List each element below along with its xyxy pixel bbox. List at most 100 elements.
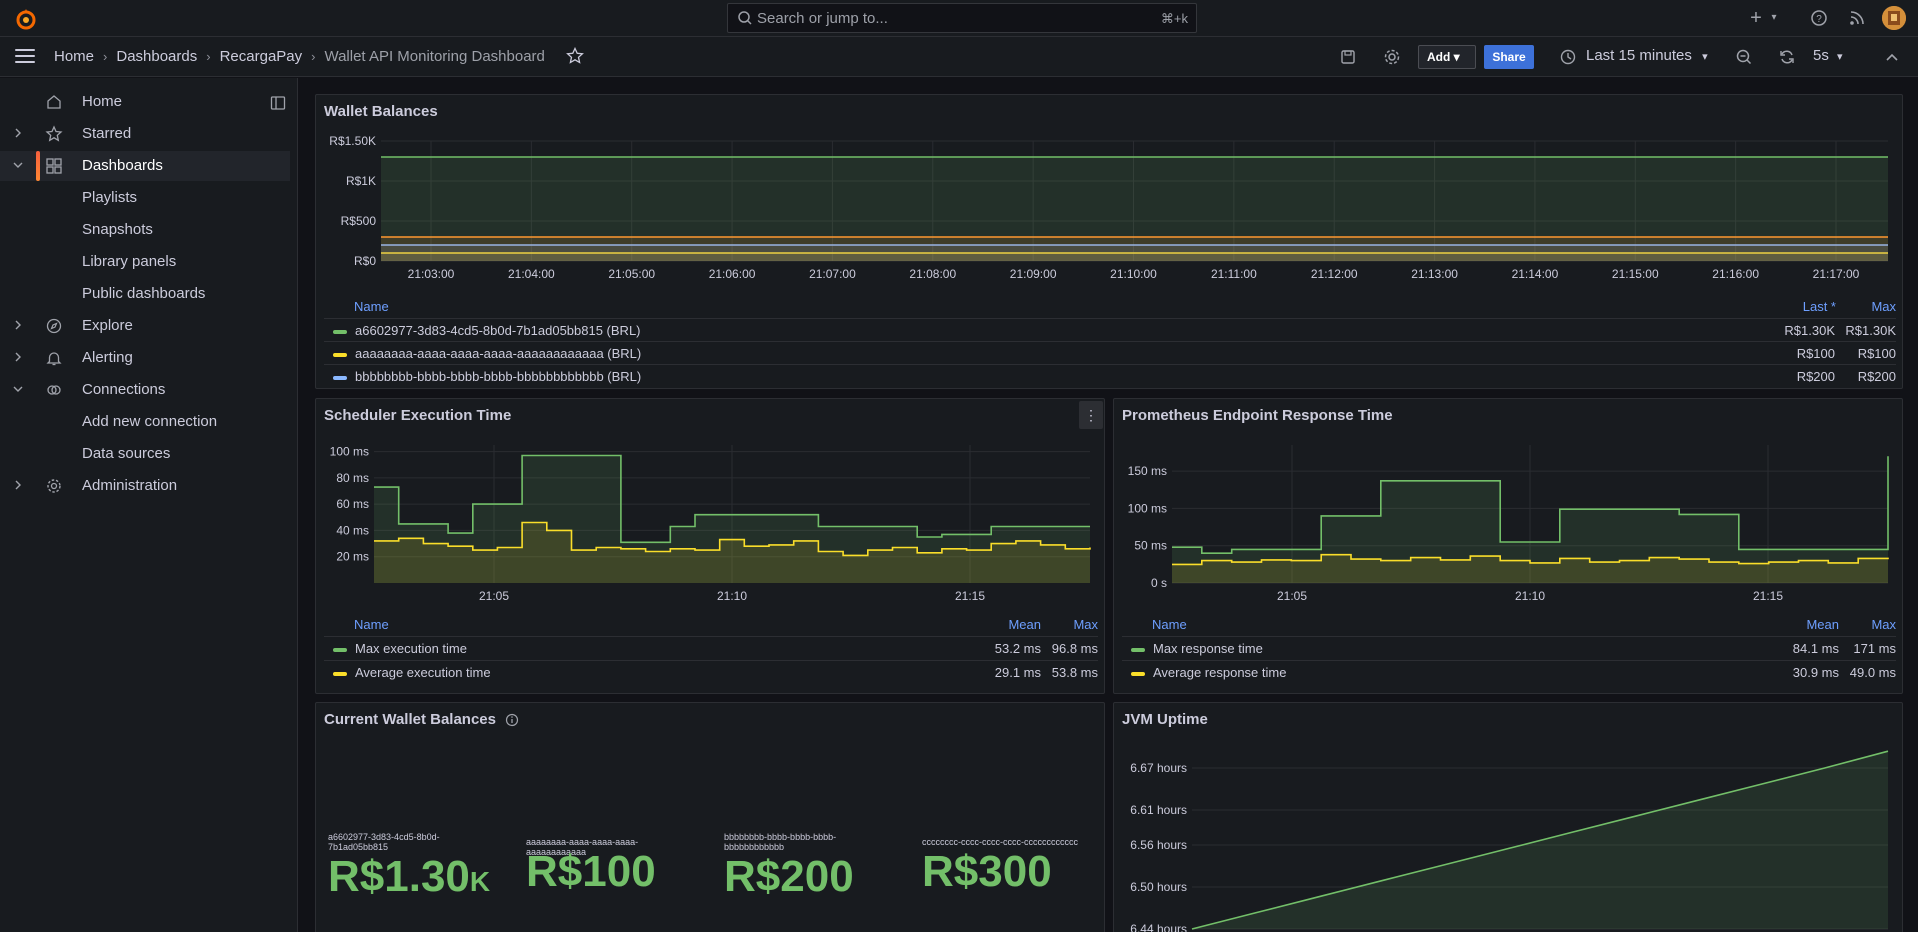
legend-header-mean[interactable]: Mean [1774,617,1839,632]
add-button-label: Add [1427,50,1451,64]
collapse-chevron-up-icon[interactable] [1882,47,1902,67]
y-tick-label: 20 ms [336,550,369,564]
user-avatar[interactable] [1882,6,1906,30]
chevron-right-icon[interactable] [12,351,24,363]
svg-text:?: ? [1816,14,1822,25]
chevron-right-icon[interactable] [12,479,24,491]
chevron-down-icon[interactable] [12,159,24,171]
bell-icon [46,352,62,366]
sidebar-item-public-dashboards[interactable]: Public dashboards [0,279,290,309]
sidebar-item-dashboards[interactable]: Dashboards [0,151,290,181]
sidebar-item-starred[interactable]: Starred [0,119,290,149]
sidebar-item-add-new-connection[interactable]: Add new connection [0,407,290,437]
y-tick-label: 6.56 hours [1130,838,1187,852]
sidebar-item-data-sources[interactable]: Data sources [0,439,290,469]
zoom-out-icon[interactable] [1734,47,1754,67]
panel-title[interactable]: Wallet Balances [324,103,438,120]
y-tick-label: 60 ms [336,497,369,511]
sidebar-item-snapshots[interactable]: Snapshots [0,215,290,245]
dashboards-grid-icon [46,158,62,174]
legend-header-name[interactable]: Name [1152,617,1187,632]
legend-value-max: 49.0 ms [1849,665,1896,680]
sidebar-item-playlists[interactable]: Playlists [0,183,290,213]
sidebar-item-label: Library panels [82,253,177,270]
x-tick-label: 21:15:00 [1612,267,1659,281]
chevron-down-icon[interactable]: ▾ [1764,8,1784,28]
sidebar-item-library-panels[interactable]: Library panels [0,247,290,277]
stat-value-number: R$200 [724,852,854,901]
breadcrumb-folder[interactable]: RecargaPay [220,48,303,65]
legend-header-name[interactable]: Name [354,299,389,314]
chevron-down-icon[interactable] [12,383,24,395]
legend-value-max: R$200 [1857,369,1896,384]
share-button[interactable]: Share [1484,45,1534,69]
time-range-picker[interactable]: Last 15 minutes ▾ [1586,47,1708,64]
x-tick-label: 21:11:00 [1211,267,1257,281]
panel-menu-icon[interactable]: ⋮ [1079,401,1103,429]
legend-header-name[interactable]: Name [354,617,389,632]
sidebar-item-connections[interactable]: Connections [0,375,290,405]
stat-value[interactable]: R$1.30K [328,852,490,902]
x-tick-label: 21:03:00 [408,267,455,281]
current-wallet-balances-panel: Current Wallet Balances a6602977-3d83-4c… [315,702,1105,932]
save-icon[interactable] [1338,47,1358,67]
chevron-right-icon[interactable] [12,319,24,331]
legend-item[interactable]: Max response time [1131,641,1263,656]
stat-value[interactable]: R$100 [526,847,656,897]
help-icon[interactable]: ? [1809,8,1829,28]
panel-title[interactable]: JVM Uptime [1122,711,1208,728]
settings-gear-icon[interactable] [1382,47,1402,67]
sidebar-item-label: Home [82,93,123,110]
sidebar-item-administration[interactable]: Administration [0,471,290,501]
x-tick-label: 21:17:00 [1813,267,1860,281]
add-button[interactable]: Add ▾ [1418,45,1476,69]
wallet-balances-chart[interactable]: R$0 R$500 R$1K R$1.50K 21:03:00 21:04:00 21:05… [316,131,1902,299]
cog-icon [47,479,61,493]
panel-title[interactable]: Prometheus Endpoint Response Time [1122,407,1393,424]
grafana-logo-icon[interactable] [14,7,38,31]
legend-header-max[interactable]: Max [1846,299,1896,314]
legend-item[interactable]: Average execution time [333,665,491,680]
legend-header-max[interactable]: Max [1844,617,1896,632]
breadcrumb-home[interactable]: Home [54,48,94,65]
legend-series-name: bbbbbbbb-bbbb-bbbb-bbbb-bbbbbbbbbbbb (BR… [355,369,642,384]
menu-toggle-icon[interactable] [15,49,35,63]
series-area [381,237,1888,261]
sidebar-item-explore[interactable]: Explore [0,311,290,341]
legend-item[interactable]: Max execution time [333,641,467,656]
legend-header-max[interactable]: Max [1046,617,1098,632]
sidebar: Home Starred Dashboards Playlists Snapsh… [0,78,298,932]
chevron-right-icon[interactable] [12,127,24,139]
sidebar-item-label: Connections [82,381,166,398]
info-icon[interactable] [505,713,519,727]
search-input[interactable]: Search or jump to... ⌘+k [727,3,1197,33]
legend-value-last: R$200 [1796,369,1835,384]
jvm-uptime-chart[interactable]: 6.44 hours 6.50 hours 6.56 hours 6.61 hours… [1114,739,1902,932]
refresh-interval-picker[interactable]: 5s ▾ [1813,47,1843,64]
panel-title[interactable]: Current Wallet Balances [324,711,496,728]
legend-header-last[interactable]: Last * [1786,299,1836,314]
divider [324,636,1098,637]
x-tick-label: 21:14:00 [1512,267,1559,281]
favorite-star-icon[interactable] [566,47,584,65]
news-rss-icon[interactable] [1847,8,1867,28]
breadcrumb-dashboards[interactable]: Dashboards [116,48,197,65]
legend-value-max: 96.8 ms [1051,641,1098,656]
legend-item[interactable]: Average response time [1131,665,1286,680]
legend-header-mean[interactable]: Mean [976,617,1041,632]
panel-title[interactable]: Scheduler Execution Time [324,407,511,424]
breadcrumb-separator-icon: › [311,49,316,64]
prometheus-chart[interactable]: 0 s 50 ms 100 ms 150 ms 21:05 21:10 21:15 [1114,435,1902,605]
stat-value[interactable]: R$300 [922,847,1052,897]
x-tick-label: 21:16:00 [1712,267,1759,281]
legend-item[interactable]: a6602977-3d83-4cd5-8b0d-7b1ad05bb815 (BR… [333,323,641,338]
x-tick-label: 21:13:00 [1411,267,1458,281]
sidebar-item-home[interactable]: Home [0,87,290,117]
sidebar-item-alerting[interactable]: Alerting [0,343,290,373]
refresh-icon[interactable] [1777,47,1797,67]
legend-item[interactable]: bbbbbbbb-bbbb-bbbb-bbbb-bbbbbbbbbbbb (BR… [333,369,641,384]
legend-item[interactable]: aaaaaaaa-aaaa-aaaa-aaaa-aaaaaaaaaaaa (BR… [333,346,641,361]
stat-value[interactable]: R$200 [724,852,854,902]
scheduler-chart[interactable]: 20 ms 40 ms 60 ms 80 ms 100 ms 21:05 21:10 21:1… [316,435,1104,605]
plus-icon[interactable]: + [1746,8,1766,28]
